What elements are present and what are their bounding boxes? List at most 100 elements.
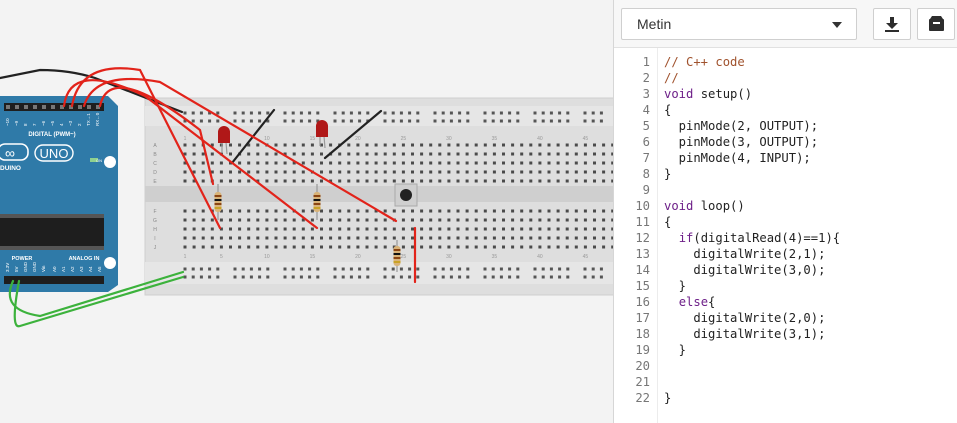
rail-hole — [433, 267, 437, 271]
rail-hole — [399, 275, 403, 279]
code-line[interactable] — [664, 374, 840, 390]
libraries-button[interactable] — [917, 8, 955, 40]
breadboard-hole — [429, 245, 433, 249]
line-number: 5 — [642, 119, 650, 133]
breadboard-hole — [347, 236, 351, 240]
breadboard-hole — [429, 143, 433, 147]
code-mode-label: Metin — [637, 16, 672, 32]
breadboard-hole — [483, 152, 487, 156]
led-red[interactable] — [218, 126, 230, 143]
breadboard-hole — [229, 170, 232, 174]
breadboard-hole — [502, 209, 505, 213]
code-line[interactable]: } — [664, 342, 840, 358]
breadboard-hole — [502, 227, 505, 231]
code-line[interactable]: digitalWrite(2,0); — [664, 310, 840, 326]
rail-hole — [258, 267, 262, 271]
circuit-canvas[interactable]: ABCDEFGHIJ115510101515202025253030353540… — [0, 0, 613, 423]
breadboard-hole — [238, 179, 242, 183]
rail-hole — [299, 119, 303, 123]
code-line[interactable]: pinMode(4, INPUT); — [664, 150, 840, 166]
breadboard-hole — [320, 152, 323, 156]
code-line[interactable]: pinMode(3, OUTPUT); — [664, 134, 840, 150]
breadboard-hole — [529, 245, 533, 249]
breadboard-hole — [274, 143, 278, 147]
code-line[interactable]: // — [664, 70, 840, 86]
rail-hole — [499, 119, 503, 123]
breadboard-hole — [593, 161, 596, 165]
rail-hole — [416, 275, 420, 279]
rail-hole — [249, 111, 253, 115]
digital-pin-label: ~6 — [41, 120, 46, 126]
code-lines[interactable]: // C++ code//void setup(){ pinMode(2, OU… — [664, 54, 840, 406]
breadboard-hole — [429, 209, 433, 213]
breadboard-hole — [438, 143, 442, 147]
breadboard-hole — [210, 218, 214, 222]
breadboard-hole — [465, 209, 469, 213]
digital-pin-label: TX→1 — [86, 113, 91, 126]
breadboard-hole — [502, 236, 505, 240]
breadboard-hole — [420, 170, 424, 174]
resistor-band — [313, 199, 321, 201]
breadboard-hole — [538, 179, 542, 183]
code-line[interactable]: // C++ code — [664, 54, 840, 70]
rail-hole — [391, 111, 395, 115]
code-line[interactable]: pinMode(2, OUTPUT); — [664, 118, 840, 134]
breadboard-hole — [229, 179, 232, 183]
breadboard-hole — [511, 170, 515, 174]
rail-hole — [241, 267, 245, 271]
breadboard-hole — [374, 236, 378, 240]
code-line[interactable] — [664, 358, 840, 374]
breadboard-hole — [520, 236, 524, 240]
rail-hole — [549, 267, 553, 271]
code-line[interactable]: } — [664, 166, 840, 182]
breadboard-hole — [183, 209, 187, 213]
rail-hole — [299, 111, 303, 115]
rail-hole — [291, 111, 295, 115]
rail-hole — [341, 275, 345, 279]
code-line[interactable]: } — [664, 390, 840, 406]
code-line[interactable]: if(digitalRead(4)==1){ — [664, 230, 840, 246]
rail-hole — [491, 275, 495, 279]
code-editor[interactable]: 1 2 3 4 5 6 7 8 9 10 11 12 13 14 15 16 17 18 19 20 21 22 // C… — [614, 48, 957, 423]
breadboard-hole — [201, 161, 205, 165]
code-line[interactable] — [664, 182, 840, 198]
code-line[interactable]: digitalWrite(3,0); — [664, 262, 840, 278]
power-pin-label: GND — [32, 261, 37, 272]
breadboard-hole — [593, 209, 596, 213]
breadboard-hole — [556, 143, 560, 147]
led-red[interactable] — [316, 120, 328, 137]
breadboard-hole — [511, 179, 515, 183]
breadboard-hole — [547, 227, 551, 231]
breadboard-hole — [219, 236, 223, 240]
code-line[interactable]: { — [664, 102, 840, 118]
code-line[interactable]: digitalWrite(2,1); — [664, 246, 840, 262]
breadboard-hole — [593, 227, 596, 231]
breadboard-hole — [547, 170, 551, 174]
rail-hole — [483, 111, 487, 115]
circuit-drawing[interactable]: ABCDEFGHIJ115510101515202025253030353540… — [0, 0, 613, 423]
column-number: 1 — [184, 136, 187, 142]
code-line[interactable]: void setup() — [664, 86, 840, 102]
code-mode-dropdown[interactable]: Metin — [621, 8, 857, 40]
code-line[interactable]: } — [664, 278, 840, 294]
breadboard-hole — [238, 161, 242, 165]
rail-hole — [566, 111, 570, 115]
rail-hole — [383, 119, 387, 123]
breadboard-hole — [520, 227, 524, 231]
code-line[interactable]: else{ — [664, 294, 840, 310]
rail-hole — [541, 111, 545, 115]
breadboard-hole — [256, 245, 260, 249]
code-line[interactable]: void loop() — [664, 198, 840, 214]
rail-hole — [358, 111, 362, 115]
breadboard-hole — [201, 227, 205, 231]
row-letter: D — [153, 170, 157, 176]
rail-hole — [441, 275, 445, 279]
breadboard-hole — [520, 209, 524, 213]
rail-hole — [466, 275, 470, 279]
breadboard-hole — [411, 161, 414, 165]
code-line[interactable]: digitalWrite(3,1); — [664, 326, 840, 342]
code-line[interactable]: { — [664, 214, 840, 230]
rail-hole — [316, 267, 320, 271]
download-button[interactable] — [873, 8, 911, 40]
breadboard-hole — [292, 218, 296, 222]
